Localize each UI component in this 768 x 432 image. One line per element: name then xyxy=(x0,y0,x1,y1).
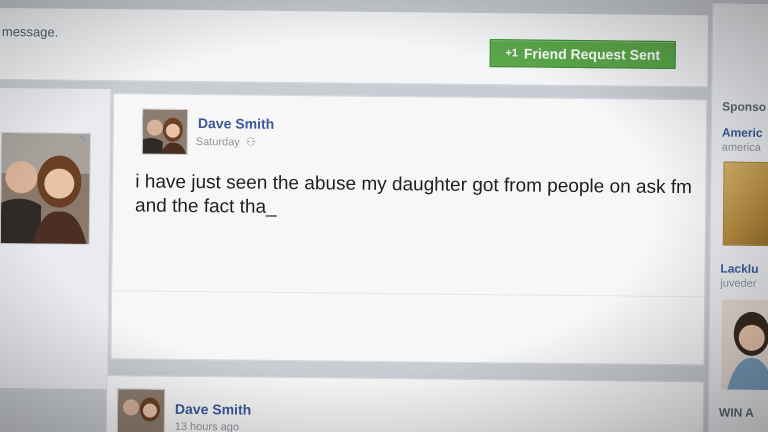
friend-request-label: Friend Request Sent xyxy=(523,45,661,63)
author-avatar[interactable] xyxy=(141,108,189,155)
post-author-name[interactable]: Dave Smith xyxy=(198,115,274,132)
post-author-name-2[interactable]: Dave Smith xyxy=(175,401,251,418)
ad-image-card[interactable] xyxy=(722,161,768,247)
ad-title[interactable]: Lacklu xyxy=(720,262,758,276)
edit-photo-icon[interactable]: ✎ xyxy=(79,133,88,146)
add-friend-icon: +1 xyxy=(505,47,518,60)
profile-photo[interactable] xyxy=(0,131,91,245)
sponsored-heading: Sponso xyxy=(722,99,767,114)
ad-title[interactable]: Americ xyxy=(722,126,763,140)
status-post-2: Dave Smith 13 hours ago xyxy=(105,375,705,432)
left-column: ✎ xyxy=(0,87,112,390)
ad-image-portrait[interactable] xyxy=(721,299,768,391)
post-divider xyxy=(112,290,705,298)
ad-url[interactable]: america xyxy=(722,142,761,154)
ad-title[interactable]: WIN A xyxy=(719,406,754,420)
facebook-screen: message. +1 Friend Request Sent ✎ Dave S… xyxy=(0,0,768,432)
status-post: Dave Smith Saturday ⚇ i have just seen t… xyxy=(110,93,708,366)
profile-header-bar: message. +1 Friend Request Sent xyxy=(0,7,709,88)
sponsored-column: Sponso Americ america Lacklu juveder WIN… xyxy=(707,3,768,432)
ad-url[interactable]: juveder xyxy=(720,278,756,290)
author-avatar-2[interactable] xyxy=(116,388,166,432)
message-link[interactable]: message. xyxy=(2,24,59,40)
post-timestamp[interactable]: Saturday xyxy=(196,136,240,148)
post-meta: Saturday ⚇ xyxy=(196,135,256,149)
post-timestamp-2[interactable]: 13 hours ago xyxy=(175,421,239,432)
post-text: i have just seen the abuse my daughter g… xyxy=(134,171,693,218)
friends-icon[interactable]: ⚇ xyxy=(246,136,256,149)
friend-request-sent-button[interactable]: +1 Friend Request Sent xyxy=(489,39,676,70)
